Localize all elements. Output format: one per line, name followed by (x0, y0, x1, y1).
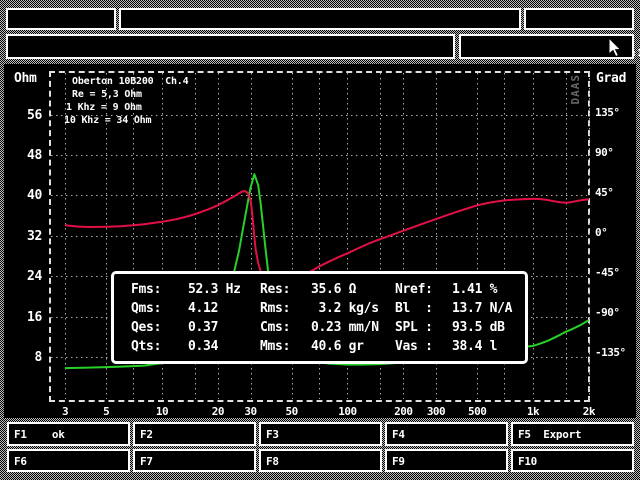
param-label: Res: (260, 283, 311, 296)
ts-parameter-box: Fms:52.3 HzRes:35.6 ΩNref:1.41 % Qms:4.12… (111, 271, 528, 364)
param-label: Mms: (260, 340, 311, 353)
f3-button[interactable]: F3 (259, 422, 382, 446)
x-tick-label: 2k (567, 405, 611, 418)
x-tick-label: 3 (43, 405, 87, 418)
param-label: Qms: (131, 302, 188, 315)
x-tick-label: 10 (140, 405, 184, 418)
y-right-tick-label: -90° (595, 306, 620, 319)
param-label: Qts: (131, 340, 188, 353)
param-label: Qes: (131, 321, 188, 334)
x-tick-label: 300 (414, 405, 458, 418)
param-label: Rms: (260, 302, 311, 315)
f10-button[interactable]: F10 (511, 449, 634, 472)
param-label: Cms: (260, 321, 311, 334)
f2-button[interactable]: F2 (133, 422, 256, 446)
param-value: 13.7 N/A (452, 302, 525, 315)
param-value: 40.6 gr (311, 340, 395, 353)
param-value: 4.12 (188, 302, 260, 315)
y-left-tick-label: 40 (8, 188, 42, 203)
f6-button[interactable]: F6 (7, 449, 130, 472)
gridline-v (589, 73, 590, 399)
param-value: 0.37 (188, 321, 260, 334)
param-label: Vas : (395, 340, 452, 353)
f9-button[interactable]: F9 (385, 449, 508, 472)
y-left-tick-label: 32 (8, 229, 42, 244)
y-left-tick-label: 56 (8, 108, 42, 123)
param-value: 3.2 kg/s (311, 302, 395, 315)
param-label: Bl : (395, 302, 452, 315)
f4-button[interactable]: F4 (385, 422, 508, 446)
annotation-10khz: 10 Khz = 34 Ohm (64, 115, 151, 126)
y-right-tick-label: 135° (595, 106, 620, 119)
annotation-re: Re = 5,3 Ohm (72, 89, 142, 100)
param-value: 0.23 mm/N (311, 321, 395, 334)
param-value: 38.4 l (452, 340, 525, 353)
y-left-tick-label: 24 (8, 269, 42, 284)
daas-watermark: DAAS (569, 74, 582, 105)
mouse-cursor (608, 38, 622, 58)
param-value: 1.41 % (452, 283, 525, 296)
y-right-tick-label: -45° (595, 266, 620, 279)
annotation-speaker-model: Oberton 10B200 Ch.4 (72, 76, 188, 87)
gridline-v (533, 73, 534, 399)
f8-button[interactable]: F8 (259, 449, 382, 472)
param-value: 0.34 (188, 340, 260, 353)
param-label: Fms: (131, 283, 188, 296)
param-value: 35.6 Ω (311, 283, 395, 296)
daas-impedance-screen: { "titlebar": { "esc_label": "ESC Ende",… (0, 0, 640, 480)
x-tick-label: 50 (270, 405, 314, 418)
annotation-1khz: 1 Khz = 9 Ohm (66, 102, 142, 113)
x-tick-label: 500 (455, 405, 499, 418)
y-left-axis-unit: Ohm (14, 71, 37, 86)
title-bar: D A A S Impedanz (119, 8, 521, 30)
y-left-tick-label: 48 (8, 148, 42, 163)
y-right-tick-label: 45° (595, 186, 613, 199)
x-tick-label: 5 (84, 405, 128, 418)
y-right-tick-label: 0° (595, 226, 607, 239)
param-value: 52.3 Hz (188, 283, 260, 296)
y-right-tick-label: -135° (595, 346, 626, 359)
fkey-row-2: F6 F7 F8 F9 F10 (7, 449, 634, 472)
f5-export-button[interactable]: F5 Export (511, 422, 634, 446)
input-settings-box[interactable]: In: Line ±2.00 V (6, 34, 455, 59)
f7-button[interactable]: F7 (133, 449, 256, 472)
y-right-tick-label: 90° (595, 146, 613, 159)
gridline-v (566, 73, 567, 399)
param-value: 93.5 dB (452, 321, 525, 334)
y-right-axis-unit: Grad (596, 71, 626, 86)
info-clock-box[interactable]: i 21.12.11518:11 (524, 8, 634, 30)
y-left-tick-label: 8 (8, 350, 42, 365)
x-tick-label: 30 (229, 405, 273, 418)
x-tick-label: 100 (325, 405, 369, 418)
f1-ok-button[interactable]: F1 ok (7, 422, 130, 446)
esc-button[interactable]: ESC Ende (6, 8, 116, 30)
param-label: SPL : (395, 321, 452, 334)
param-label: Nref: (395, 283, 452, 296)
y-left-tick-label: 16 (8, 310, 42, 325)
fkey-row-1: F1 ok F2 F3 F4 F5 Export (7, 422, 634, 446)
x-tick-label: 1k (511, 405, 555, 418)
